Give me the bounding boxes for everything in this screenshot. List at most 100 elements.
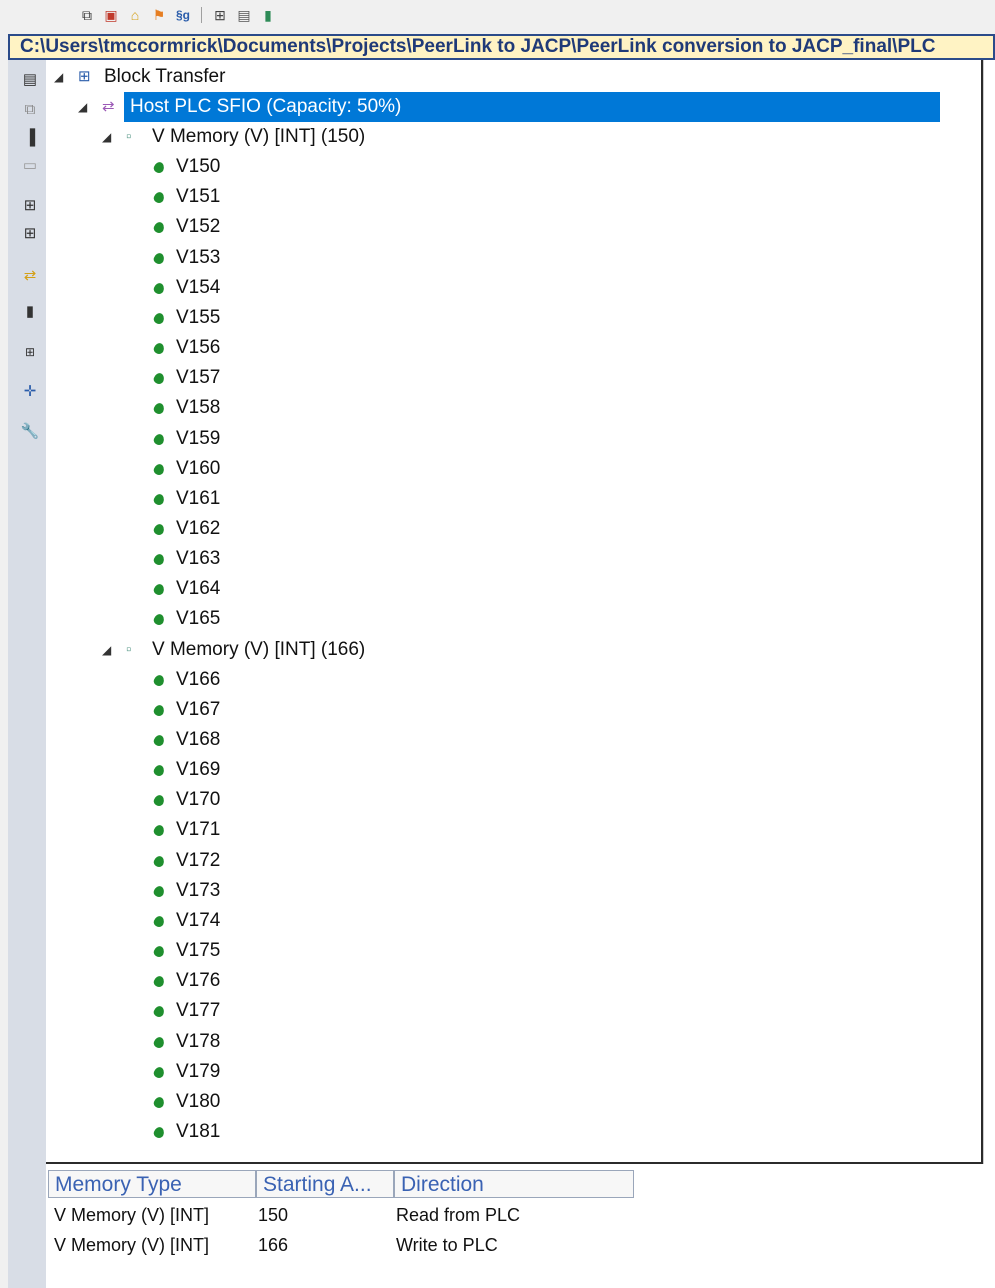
cell-memory-type: V Memory (V) [INT]: [54, 1235, 210, 1255]
block-transfer-icon: ⊞: [78, 68, 91, 85]
tree-item-label: V157: [176, 367, 221, 389]
tag-leaf-icon: [152, 944, 166, 959]
tag-leaf-icon: [152, 673, 166, 688]
tree-item-label: V167: [176, 698, 221, 720]
home-icon[interactable]: ⌂: [126, 6, 144, 24]
sfio-icon: ⇄: [102, 98, 115, 115]
tag-leaf-icon: [152, 1095, 166, 1110]
tag-leaf-icon: [152, 703, 166, 718]
tag-leaf-icon: [152, 281, 166, 296]
memory-block-icon: ▫: [126, 128, 132, 145]
tree-root-label: Block Transfer: [104, 66, 226, 87]
tree-item-label: V160: [176, 457, 221, 479]
toolbar: ⧉ ▣ ⌂ ⚑ §g ⊞ ▤ ▮: [0, 0, 995, 34]
header-direction[interactable]: Direction: [394, 1170, 634, 1198]
table-icon[interactable]: ⊞: [20, 196, 40, 216]
import-icon[interactable]: ▮: [20, 302, 40, 322]
tree-item-label: V156: [176, 337, 221, 359]
tree-view-icon[interactable]: ▤: [20, 70, 40, 90]
tree-group-label: V Memory (V) [INT] (166): [152, 638, 366, 660]
tree-item-label: V178: [176, 1030, 221, 1052]
expand-icon[interactable]: ⊞: [20, 342, 40, 362]
tree-item-label: V154: [176, 276, 221, 298]
tree-scrollbar[interactable]: [983, 60, 995, 1164]
tag-leaf-icon: [152, 371, 166, 386]
collapse-arrow-icon[interactable]: ◢: [102, 122, 111, 152]
tree-item-label: V153: [176, 246, 221, 268]
tree-item-label: V162: [176, 517, 221, 539]
tree-item-label: V151: [176, 186, 221, 208]
cell-memory-type: V Memory (V) [INT]: [54, 1205, 210, 1225]
tag-leaf-icon: [152, 763, 166, 778]
tag-leaf-icon: [152, 1125, 166, 1140]
block-transfer-tree: ◢ ⊞ Block Transfer ◢ ⇄ Host PLC SFIO (Ca…: [46, 60, 983, 1164]
tree-item-label: V161: [176, 487, 221, 509]
tree-item-label: V177: [176, 1000, 221, 1022]
tree-item-label: V180: [176, 1090, 221, 1112]
tag-leaf-icon: [152, 311, 166, 326]
tag-leaf-icon: [152, 582, 166, 597]
tag-leaf-icon: [152, 974, 166, 989]
tag-leaf-icon: [152, 221, 166, 235]
network-icon[interactable]: ⧉: [78, 6, 96, 24]
tag-leaf-icon: [152, 854, 166, 868]
toolbar-separator: [201, 7, 202, 23]
header-memory-type[interactable]: Memory Type: [48, 1170, 256, 1198]
block-details-grid: Memory Type Starting A... Direction V Me…: [46, 1164, 995, 1288]
tag-leaf-icon: [152, 522, 166, 537]
tag-leaf-icon: [152, 1065, 166, 1080]
tag-leaf-icon: [152, 1004, 166, 1019]
project-path: C:\Users\tmccormrick\Documents\Projects\…: [20, 36, 936, 57]
tree-item-label: V152: [176, 216, 221, 238]
tag-leaf-icon: [152, 251, 166, 265]
table-alt-icon[interactable]: ⊞: [20, 224, 40, 244]
collapse-arrow-icon[interactable]: ◢: [78, 92, 87, 122]
tree-item-label: V173: [176, 879, 221, 901]
tag-leaf-icon: [152, 462, 166, 477]
tag-leaf-icon: [152, 884, 166, 899]
tree-item-label: V176: [176, 970, 221, 992]
tree-item-label: V170: [176, 789, 221, 811]
tag-leaf-icon: [152, 914, 166, 929]
printer-icon[interactable]: ▭: [20, 156, 40, 176]
tree-item-label: V179: [176, 1060, 221, 1082]
transfer-icon[interactable]: ⇄: [20, 266, 40, 286]
tree-item-label: V181: [176, 1120, 221, 1142]
tag-leaf-icon: [152, 733, 166, 748]
tree-item-label: V164: [176, 578, 221, 600]
tree-item-label: V150: [176, 156, 221, 178]
axis-icon[interactable]: ✛: [20, 382, 40, 402]
tag-leaf-icon: [152, 401, 166, 416]
tree-item-label: V166: [176, 668, 221, 690]
export-icon[interactable]: ▤: [235, 6, 253, 24]
device-icon[interactable]: ▐: [20, 128, 40, 148]
tag-leaf-icon: [152, 793, 166, 808]
tree-host-label: Host PLC SFIO (Capacity: 50%): [124, 92, 940, 122]
io-config-icon[interactable]: ▣: [102, 6, 120, 24]
grid-icon[interactable]: ⊞: [211, 6, 229, 24]
tree-item-label: V159: [176, 427, 221, 449]
network-icon[interactable]: ⧉: [20, 100, 40, 120]
header-starting-address[interactable]: Starting A...: [256, 1170, 394, 1198]
tree-group-label: V Memory (V) [INT] (150): [152, 126, 366, 147]
cell-starting-address: 150: [258, 1205, 289, 1225]
tree-item-label: V163: [176, 548, 221, 570]
tag-leaf-icon: [152, 160, 166, 175]
tree-item-label: V168: [176, 729, 221, 750]
tree-item-label: V172: [176, 849, 221, 871]
flag-icon[interactable]: ⚑: [150, 6, 168, 24]
cell-direction: Read from PLC: [396, 1205, 521, 1225]
tree-item-label: V169: [176, 759, 221, 781]
tag-leaf-icon: [152, 552, 166, 567]
wrench-icon[interactable]: 🔧: [20, 422, 40, 442]
collapse-arrow-icon[interactable]: ◢: [54, 62, 63, 92]
tree-item-label: V171: [176, 819, 221, 841]
tag-leaf-icon: [152, 613, 166, 627]
collapse-arrow-icon[interactable]: ◢: [102, 635, 111, 665]
sg-icon[interactable]: §g: [174, 6, 192, 24]
chart-icon[interactable]: ▮: [259, 6, 277, 24]
tree-item-label: V158: [176, 397, 221, 419]
tag-leaf-icon: [152, 341, 166, 356]
cell-starting-address: 166: [258, 1235, 289, 1255]
grid-header: Memory Type Starting A... Direction: [48, 1170, 634, 1198]
